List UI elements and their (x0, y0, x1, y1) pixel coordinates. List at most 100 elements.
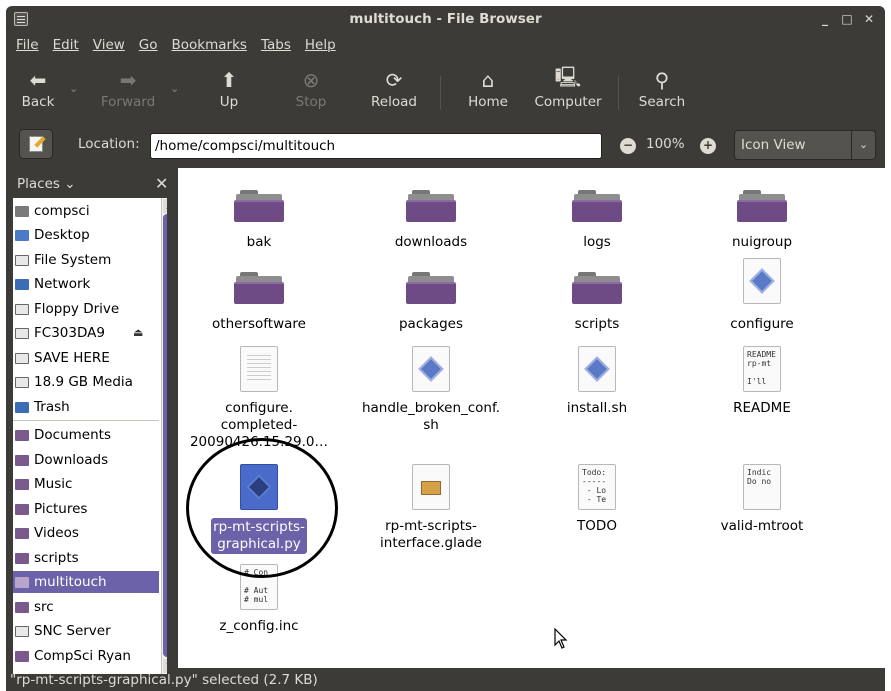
minimize-button[interactable]: _ (816, 10, 834, 28)
sidebar-item-snc-server[interactable]: SNC Server (13, 620, 159, 642)
menu-tabs[interactable]: Tabs (261, 37, 291, 57)
folder-icon (572, 268, 622, 304)
eject-icon[interactable]: ⏏ (133, 326, 143, 339)
up-label: Up (219, 94, 239, 110)
forward-button[interactable]: ➡ Forward (96, 66, 160, 110)
sidebar-item-label: multitouch (34, 574, 107, 590)
file-item-configure-completed[interactable]: configure. completed- 20090426.15.29.0… (179, 346, 339, 451)
mouse-cursor-icon (554, 628, 568, 649)
sidebar-item-label: scripts (34, 550, 79, 566)
file-name: z_config.inc (219, 618, 299, 634)
close-button[interactable]: ✕ (860, 10, 878, 28)
floppy-icon (15, 303, 29, 315)
zoom-in-icon[interactable]: + (700, 138, 716, 154)
file-item-scripts[interactable]: scripts (517, 268, 677, 333)
file-item-nuigroup[interactable]: nuigroup (682, 186, 842, 251)
scroll-up-arrow-icon[interactable]: ▲ (163, 199, 167, 213)
forward-history-dropdown[interactable]: ⌄ (170, 82, 179, 95)
sidebar-close-icon[interactable]: ✕ (155, 174, 168, 193)
sidebar-item-label: Videos (34, 525, 79, 541)
title-bar[interactable]: multitouch - File Browser _ □ ✕ (6, 6, 885, 32)
search-label: Search (638, 94, 686, 110)
sidebar-item-scripts[interactable]: scripts (13, 547, 159, 569)
file-item-configure[interactable]: configure (682, 258, 842, 333)
stop-button[interactable]: ⊗ Stop (286, 66, 336, 110)
file-preview: README rp-mt I'll (747, 350, 776, 386)
zoom-out-icon[interactable]: − (620, 138, 636, 154)
sidebar-item-label: Trash (34, 399, 70, 415)
sidebar-item-file-system[interactable]: File System (13, 249, 159, 271)
menu-go[interactable]: Go (139, 37, 158, 57)
file-item-packages[interactable]: packages (351, 268, 511, 333)
reload-button[interactable]: ⟳ Reload (362, 66, 426, 110)
file-name-line: configure. (225, 400, 293, 416)
up-button[interactable]: ⬆ Up (206, 66, 252, 110)
file-item-handle-broken-conf[interactable]: handle_broken_conf. sh (351, 346, 511, 434)
menu-view[interactable]: View (93, 37, 125, 57)
sidebar-item-label: Floppy Drive (34, 301, 120, 317)
file-view[interactable]: bak downloads logs nuigroup othersoftwar… (178, 168, 885, 668)
sidebar-item-multitouch[interactable]: multitouch (13, 571, 159, 593)
window-title: multitouch - File Browser (349, 11, 542, 27)
file-item-downloads[interactable]: downloads (351, 186, 511, 251)
file-item-valid-mtroot[interactable]: Indic Do no valid-mtroot (682, 464, 842, 535)
location-label: Location: (78, 136, 140, 152)
menu-file[interactable]: File (16, 37, 39, 57)
folder-icon (406, 186, 456, 222)
home-button[interactable]: ⌂ Home (460, 66, 516, 110)
view-mode-select[interactable]: Icon View ⌄ (734, 130, 876, 160)
sidebar-item-floppy[interactable]: Floppy Drive (13, 298, 159, 320)
file-name-line: handle_broken_conf. (361, 400, 501, 416)
menu-edit[interactable]: Edit (53, 37, 79, 57)
sidebar-item-label: CompSci Ryan (34, 648, 131, 664)
folder-icon (15, 478, 29, 490)
computer-icon: 🖳 (554, 65, 582, 89)
drive-icon (15, 254, 29, 266)
sidebar-item-videos[interactable]: Videos (13, 522, 159, 544)
file-item-install-sh[interactable]: install.sh (517, 346, 677, 417)
file-item-readme[interactable]: README rp-mt I'll README (682, 346, 842, 417)
file-browser-window: multitouch - File Browser _ □ ✕ File Edi… (6, 6, 885, 691)
file-item-bak[interactable]: bak (179, 186, 339, 251)
sidebar-item-music[interactable]: Music (13, 473, 159, 495)
file-item-othersoftware[interactable]: othersoftware (179, 268, 339, 333)
folder-icon (572, 186, 622, 222)
file-item-rp-mt-scripts-interface[interactable]: rp-mt-scripts- interface.glade (351, 464, 511, 552)
forward-label: Forward (100, 94, 156, 110)
menu-help[interactable]: Help (305, 37, 336, 57)
toggle-location-button[interactable] (19, 129, 53, 159)
location-input[interactable] (150, 133, 602, 159)
script-file-icon (578, 346, 616, 392)
back-history-dropdown[interactable]: ⌄ (69, 82, 78, 95)
sidebar-scrollbar[interactable]: ▲ ▼ (161, 198, 167, 674)
sidebar-item-pictures[interactable]: Pictures (13, 498, 159, 520)
forward-arrow-icon: ➡ (119, 68, 137, 92)
file-item-logs[interactable]: logs (517, 186, 677, 251)
text-file-icon: README rp-mt I'll (743, 346, 781, 392)
sidebar-item-save-here[interactable]: SAVE HERE (13, 347, 159, 369)
search-button[interactable]: ⚲ Search (632, 66, 692, 110)
maximize-button[interactable]: □ (838, 10, 856, 28)
folder-icon (234, 268, 284, 304)
sidebar-item-compsci[interactable]: compsci (13, 200, 159, 222)
zoom-level[interactable]: 100% (646, 136, 685, 152)
annotation-circle (186, 438, 338, 578)
sidebar-item-documents[interactable]: Documents (13, 424, 159, 446)
menu-bookmarks[interactable]: Bookmarks (172, 37, 247, 57)
computer-button[interactable]: 🖳 Computer (530, 65, 606, 110)
sidebar-item-trash[interactable]: Trash (13, 396, 159, 418)
scrollbar-thumb[interactable] (163, 214, 167, 657)
drive-icon (15, 352, 29, 364)
file-item-todo[interactable]: Todo: ----- - Lo - Te TODO (517, 464, 677, 535)
sidebar-item-network[interactable]: Network (13, 273, 159, 295)
computer-label: Computer (534, 94, 602, 110)
sidebar-places-dropdown[interactable]: Places ⌄ (17, 176, 76, 192)
back-button[interactable]: ⬅ Back (16, 66, 60, 110)
sidebar-item-desktop[interactable]: Desktop (13, 224, 159, 246)
scroll-down-arrow-icon[interactable]: ▼ (163, 659, 167, 673)
sidebar-item-media[interactable]: 18.9 GB Media (13, 371, 159, 393)
folder-icon (234, 186, 284, 222)
sidebar-item-src[interactable]: src (13, 596, 159, 618)
sidebar-item-compsci-ryan[interactable]: CompSci Ryan (13, 645, 159, 667)
sidebar-item-downloads[interactable]: Downloads (13, 449, 159, 471)
